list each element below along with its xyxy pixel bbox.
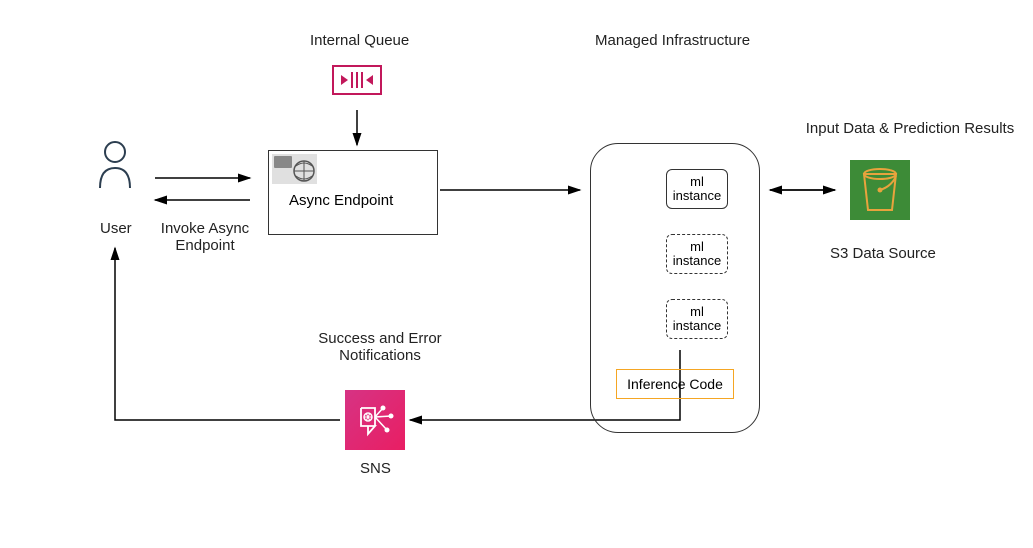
ml-instance-3-label: ml instance [673,305,721,334]
async-endpoint-label: Async Endpoint [289,192,393,209]
ml-instance-2-label: ml instance [673,240,721,269]
user-label: User [100,220,132,237]
connector-arrows [0,0,1033,548]
diagram-canvas: User Invoke Async Endpoint Internal Queu… [0,0,1033,548]
ml-instance-3: ml instance [666,299,728,339]
internal-queue-label: Internal Queue [310,32,409,49]
user-icon [95,140,135,190]
inference-code-box: Inference Code [616,369,734,399]
sns-label: SNS [360,460,391,477]
ml-instance-2: ml instance [666,234,728,274]
s3-source-label: S3 Data Source [830,245,936,262]
managed-infra-box: ml instance ml instance ml instance Infe… [590,143,760,433]
user-node [95,140,135,195]
inference-code-label: Inference Code [627,376,723,392]
invoke-label: Invoke Async Endpoint [155,220,255,254]
input-data-label: Input Data & Prediction Results [800,120,1020,137]
ml-instance-1-label: ml instance [673,175,721,204]
success-error-label: Success and Error Notifications [300,330,460,364]
managed-infra-label: Managed Infrastructure [595,32,750,49]
sns-icon [345,390,405,450]
s3-bucket-icon [850,160,910,220]
queue-icon [332,65,382,95]
ml-instance-1: ml instance [666,169,728,209]
async-endpoint-box: Async Endpoint [268,150,438,235]
endpoint-corner-icon [272,154,317,184]
